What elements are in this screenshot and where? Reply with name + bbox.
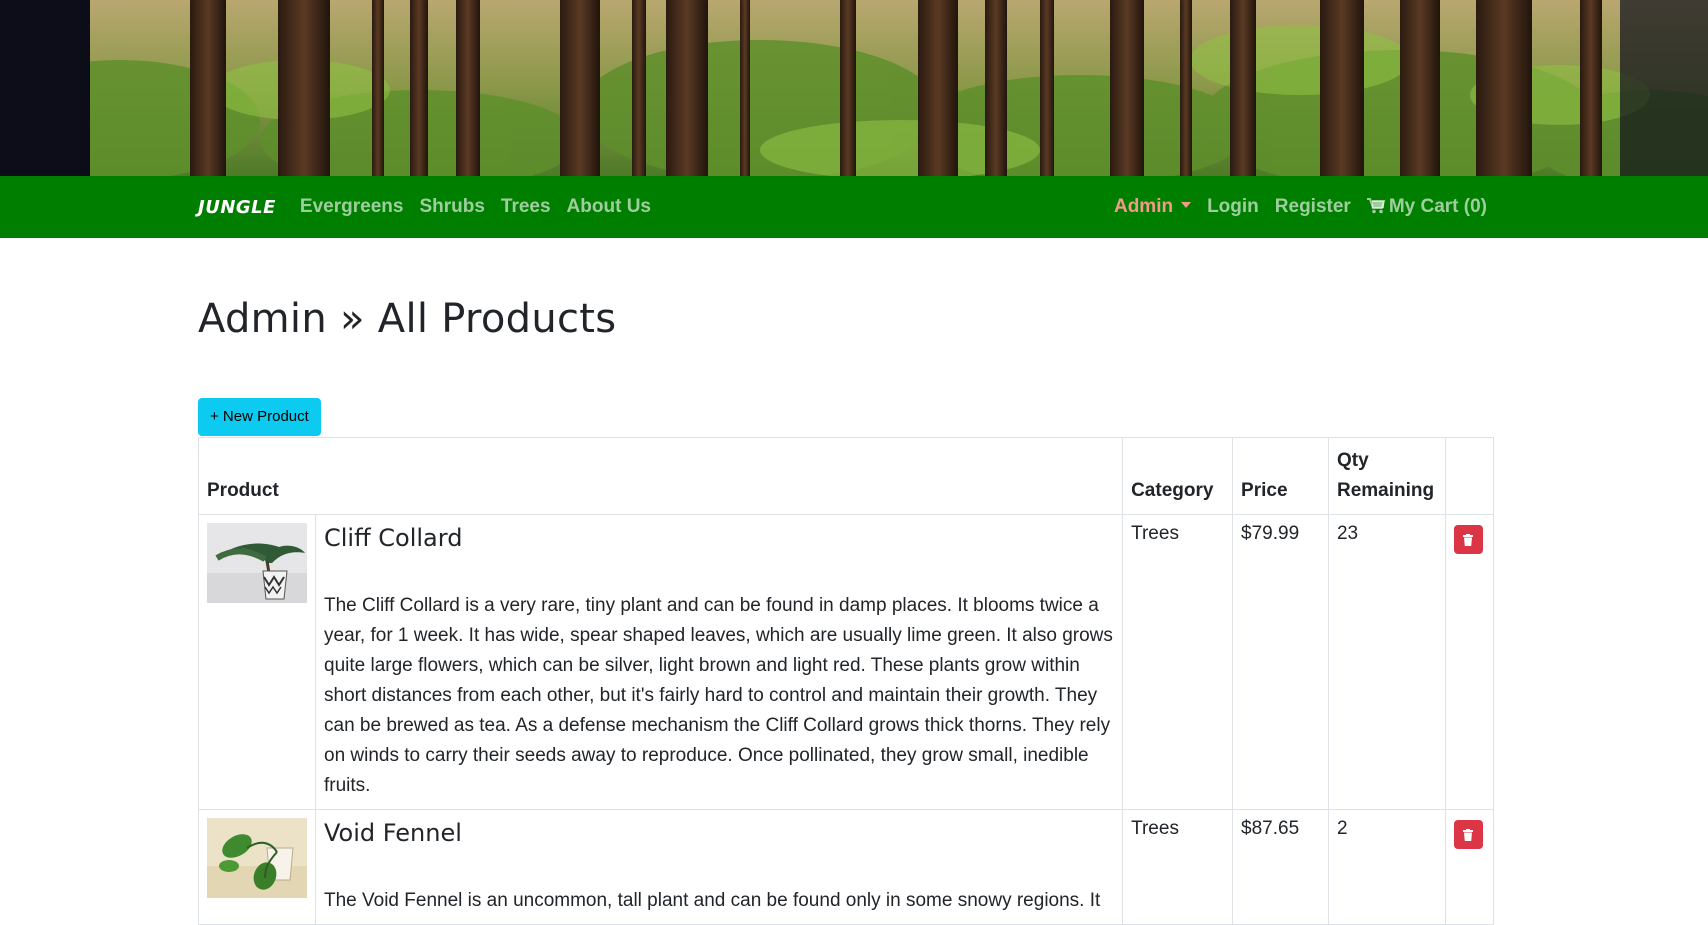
product-image — [207, 523, 307, 603]
nav-link-evergreens[interactable]: Evergreens — [300, 196, 404, 218]
actions-cell — [1444, 514, 1495, 810]
actions-cell — [1444, 809, 1495, 925]
delete-button[interactable] — [1453, 820, 1483, 849]
cart-link[interactable]: My Cart (0) — [1366, 196, 1487, 218]
nav-link-about-us[interactable]: About Us — [567, 196, 651, 218]
navbar: JUNGLE Evergreens Shrubs Trees About Us … — [0, 176, 1708, 238]
product-qty: 23 — [1327, 514, 1446, 810]
product-price: $87.65 — [1232, 809, 1329, 925]
table-row: Void Fennel The Void Fennel is an uncomm… — [198, 809, 1495, 925]
products-table: Product Category Price Qty Remaining Cli… — [197, 437, 1495, 925]
cart-label: My Cart (0) — [1388, 196, 1487, 217]
trash-icon — [1463, 828, 1474, 841]
table-row: Cliff Collard The Cliff Collard is a ver… — [198, 514, 1495, 810]
product-thumb-cell — [198, 809, 316, 925]
header-product: Product — [197, 437, 1124, 515]
nav-link-trees[interactable]: Trees — [501, 196, 551, 218]
product-thumb-cell — [198, 514, 316, 810]
caret-down-icon — [1181, 202, 1192, 208]
product-category: Trees — [1122, 514, 1234, 810]
page-title: Admin » All Products — [198, 296, 617, 342]
main-content: Admin » All Products + New Product Produ… — [197, 238, 1495, 925]
forest-image — [0, 0, 1708, 176]
nav-left: JUNGLE Evergreens Shrubs Trees About Us — [198, 196, 667, 218]
header-category: Category — [1122, 437, 1234, 515]
product-description: The Void Fennel is an uncommon, tall pla… — [324, 890, 1101, 911]
register-link[interactable]: Register — [1275, 196, 1351, 218]
nav-right: Admin Login Register My Cart (0) — [1098, 196, 1487, 218]
header-price: Price — [1232, 437, 1329, 515]
nav-link-shrubs[interactable]: Shrubs — [419, 196, 484, 218]
cart-icon — [1366, 198, 1385, 214]
header-actions — [1444, 437, 1495, 515]
trash-icon — [1463, 533, 1474, 546]
table-header-row: Product Category Price Qty Remaining — [197, 437, 1495, 515]
delete-button[interactable] — [1453, 525, 1483, 554]
product-category: Trees — [1122, 809, 1234, 925]
admin-dropdown[interactable]: Admin — [1113, 196, 1192, 218]
product-qty: 2 — [1327, 809, 1446, 925]
login-link[interactable]: Login — [1207, 196, 1259, 218]
header-qty-label: Qty Remaining — [1336, 450, 1435, 501]
product-name: Void Fennel — [324, 819, 462, 847]
hero-banner — [0, 0, 1708, 176]
admin-label: Admin — [1113, 196, 1174, 217]
product-description: The Cliff Collard is a very rare, tiny p… — [324, 595, 1113, 796]
product-info-cell: Void Fennel The Void Fennel is an uncomm… — [314, 809, 1124, 925]
product-image — [207, 818, 307, 898]
product-name: Cliff Collard — [324, 524, 463, 552]
product-price: $79.99 — [1232, 514, 1329, 810]
header-qty-remaining: Qty Remaining — [1327, 437, 1446, 515]
brand-logo[interactable]: JUNGLE — [198, 197, 276, 218]
product-info-cell: Cliff Collard The Cliff Collard is a ver… — [314, 514, 1124, 810]
new-product-button[interactable]: + New Product — [198, 398, 321, 436]
